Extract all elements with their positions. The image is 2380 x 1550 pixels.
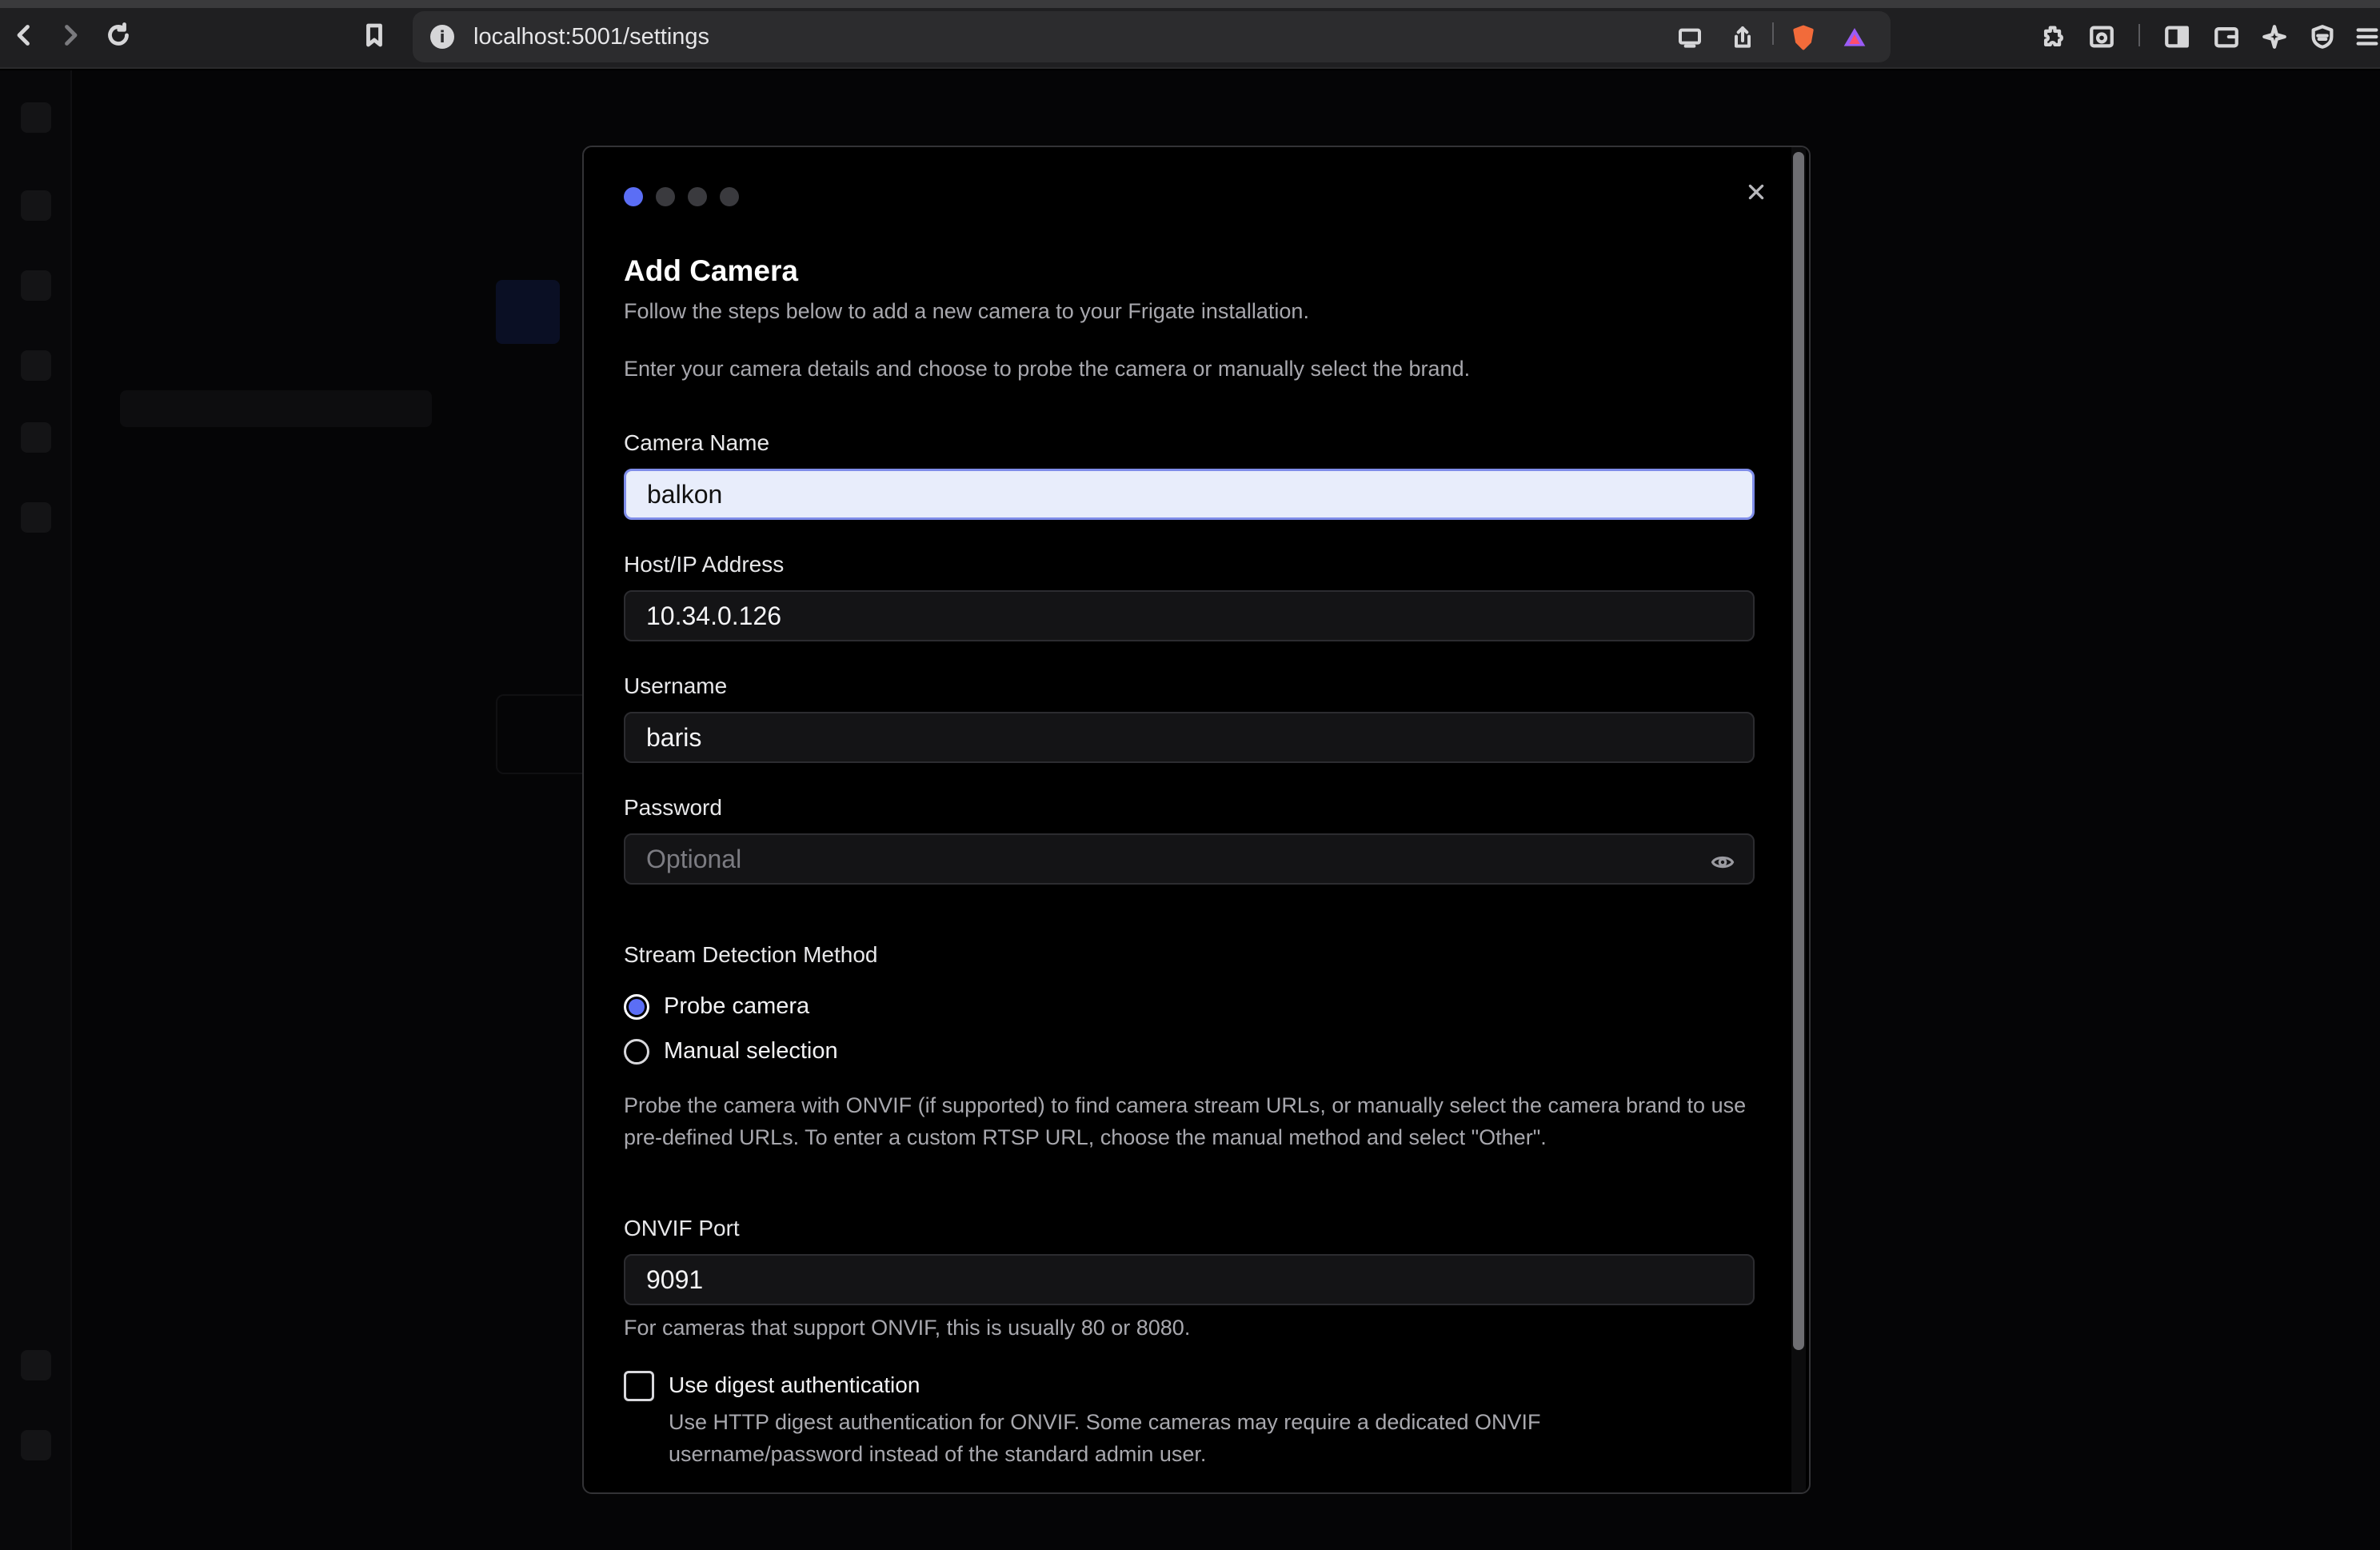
leo-ai-icon[interactable] [2258,21,2290,53]
host-input[interactable] [624,590,1755,641]
radio-probe-camera[interactable]: Probe camera [624,993,809,1020]
brave-shield-icon[interactable] [1790,24,1817,51]
dialog-scrollbar[interactable] [1793,152,1804,1350]
digest-auth-checkbox[interactable] [624,1371,654,1401]
browser-toolbar: i localhost:5001/settings [0,0,2380,69]
digest-auth-help: Use HTTP digest authentication for ONVIF… [669,1410,1541,1466]
background-button [496,280,560,344]
show-password-icon[interactable] [1707,846,1739,878]
radio-manual-selection[interactable]: Manual selection [624,1038,838,1065]
nav-icon [21,1430,51,1460]
back-icon[interactable] [6,18,42,53]
nav-icon [21,502,51,533]
close-icon[interactable] [1740,176,1772,208]
extensions-icon[interactable] [2038,21,2070,53]
stream-detection-label: Stream Detection Method [624,942,878,967]
cast-icon[interactable] [1676,24,1703,51]
digest-auth-label[interactable]: Use digest authentication [669,1372,920,1398]
nav-icon [21,270,51,301]
brave-rewards-icon[interactable] [1841,24,1868,51]
step-dot-3 [688,187,707,206]
nav-icon [21,350,51,381]
share-icon[interactable] [1729,24,1756,51]
logo-icon [21,102,51,133]
address-bar[interactable]: i localhost:5001/settings [413,11,1891,62]
reload-icon[interactable] [101,18,136,53]
bookmark-icon[interactable] [357,18,392,53]
dialog-description: Enter your camera details and choose to … [624,357,1471,381]
onvif-port-input[interactable] [624,1254,1755,1305]
stream-detection-help: Probe the camera with ONVIF (if supporte… [624,1093,1747,1149]
url-text[interactable]: localhost:5001/settings [473,24,709,50]
camera-name-label: Camera Name [624,430,770,455]
app-sidebar-rail [0,70,72,1550]
nav-icon [21,422,51,453]
nav-icon [21,190,51,221]
onvif-port-help: For cameras that support ONVIF, this is … [624,1316,1191,1340]
username-input[interactable] [624,712,1755,763]
dialog-title: Add Camera [624,254,798,287]
dialog-subtitle: Follow the steps below to add a new came… [624,299,1309,323]
radio-unselected-icon[interactable] [624,1038,649,1065]
password-input[interactable] [624,833,1755,885]
tab-strip [0,0,2380,8]
radio-label: Probe camera [664,993,810,1019]
step-dot-2 [656,187,675,206]
menu-icon[interactable] [2351,21,2380,53]
host-label: Host/IP Address [624,552,785,577]
add-camera-dialog: Add Camera Follow the steps below to add… [582,146,1811,1494]
radio-selected-icon[interactable] [624,993,649,1020]
screenshot-icon[interactable] [2086,21,2118,53]
radio-label: Manual selection [664,1038,838,1064]
step-dot-4 [720,187,739,206]
nav-icon [21,1350,51,1380]
background-card [496,694,592,774]
forward-icon[interactable] [53,18,88,53]
vpn-shield-icon[interactable] [2306,21,2338,53]
wallet-icon[interactable] [2210,21,2242,53]
sidebar-icon[interactable] [2161,21,2193,53]
site-info-icon[interactable]: i [430,25,454,49]
onvif-port-label: ONVIF Port [624,1216,740,1240]
username-label: Username [624,673,728,698]
step-dot-1 [624,187,643,206]
background-nav-active [120,390,432,427]
camera-name-input[interactable] [624,469,1755,520]
step-indicator [624,187,739,206]
password-label: Password [624,795,722,820]
